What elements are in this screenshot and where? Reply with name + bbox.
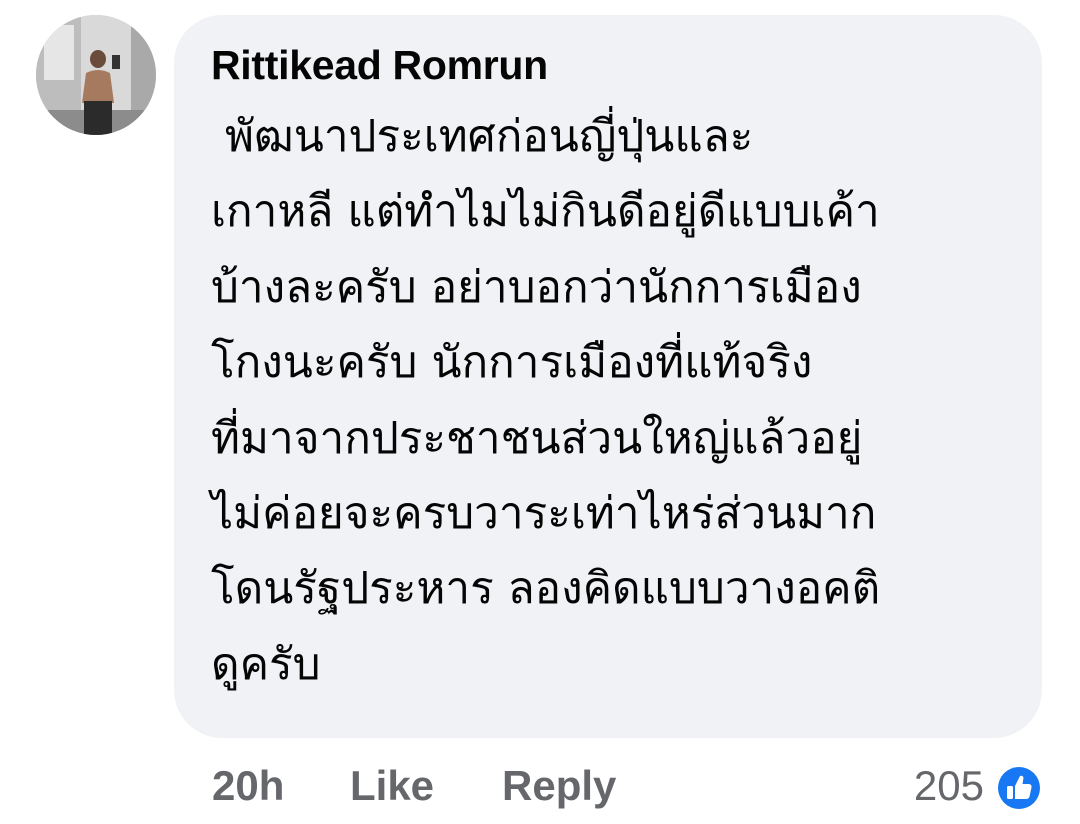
like-button[interactable]: Like	[350, 758, 434, 814]
comment-line: บ้างละครับ อย่าบอกว่านักการเมือง	[211, 261, 862, 313]
avatar-photo	[36, 15, 156, 135]
comment-line: พัฒนาประเทศก่อนญี่ปุ่นและ	[211, 111, 754, 162]
comment-text: พัฒนาประเทศก่อนญี่ปุ่นและ เกาหลี แต่ทำไม…	[211, 99, 1021, 702]
comment-line: โดนรัฐประหาร ลองคิดแบบวางอคติ	[211, 563, 881, 615]
comment-bubble: Rittikead Romrun พัฒนาประเทศก่อนญี่ปุ่นแ…	[174, 15, 1042, 738]
comment-line: ที่มาจากประชาชนส่วนใหญ่แล้วอยู่	[211, 412, 863, 464]
comment-line: ไม่ค่อยจะครบวาระเท่าไหร่ส่วนมาก	[211, 488, 877, 540]
avatar[interactable]	[36, 15, 156, 135]
comment-line: โกงนะครับ นักการเมืองที่แท้จริง	[211, 337, 813, 389]
comment-line: ดูครับ	[211, 638, 321, 690]
reply-button[interactable]: Reply	[502, 758, 616, 814]
comment-actions: 20h Like Reply 205	[0, 758, 1080, 814]
comment-author[interactable]: Rittikead Romrun	[211, 42, 548, 89]
thumbs-up-icon[interactable]	[994, 763, 1044, 813]
timestamp[interactable]: 20h	[212, 758, 284, 814]
reaction-count[interactable]: 205	[914, 758, 984, 814]
comment-line: เกาหลี แต่ทำไมไม่กินดีอยู่ดีแบบเค้า	[211, 186, 880, 238]
